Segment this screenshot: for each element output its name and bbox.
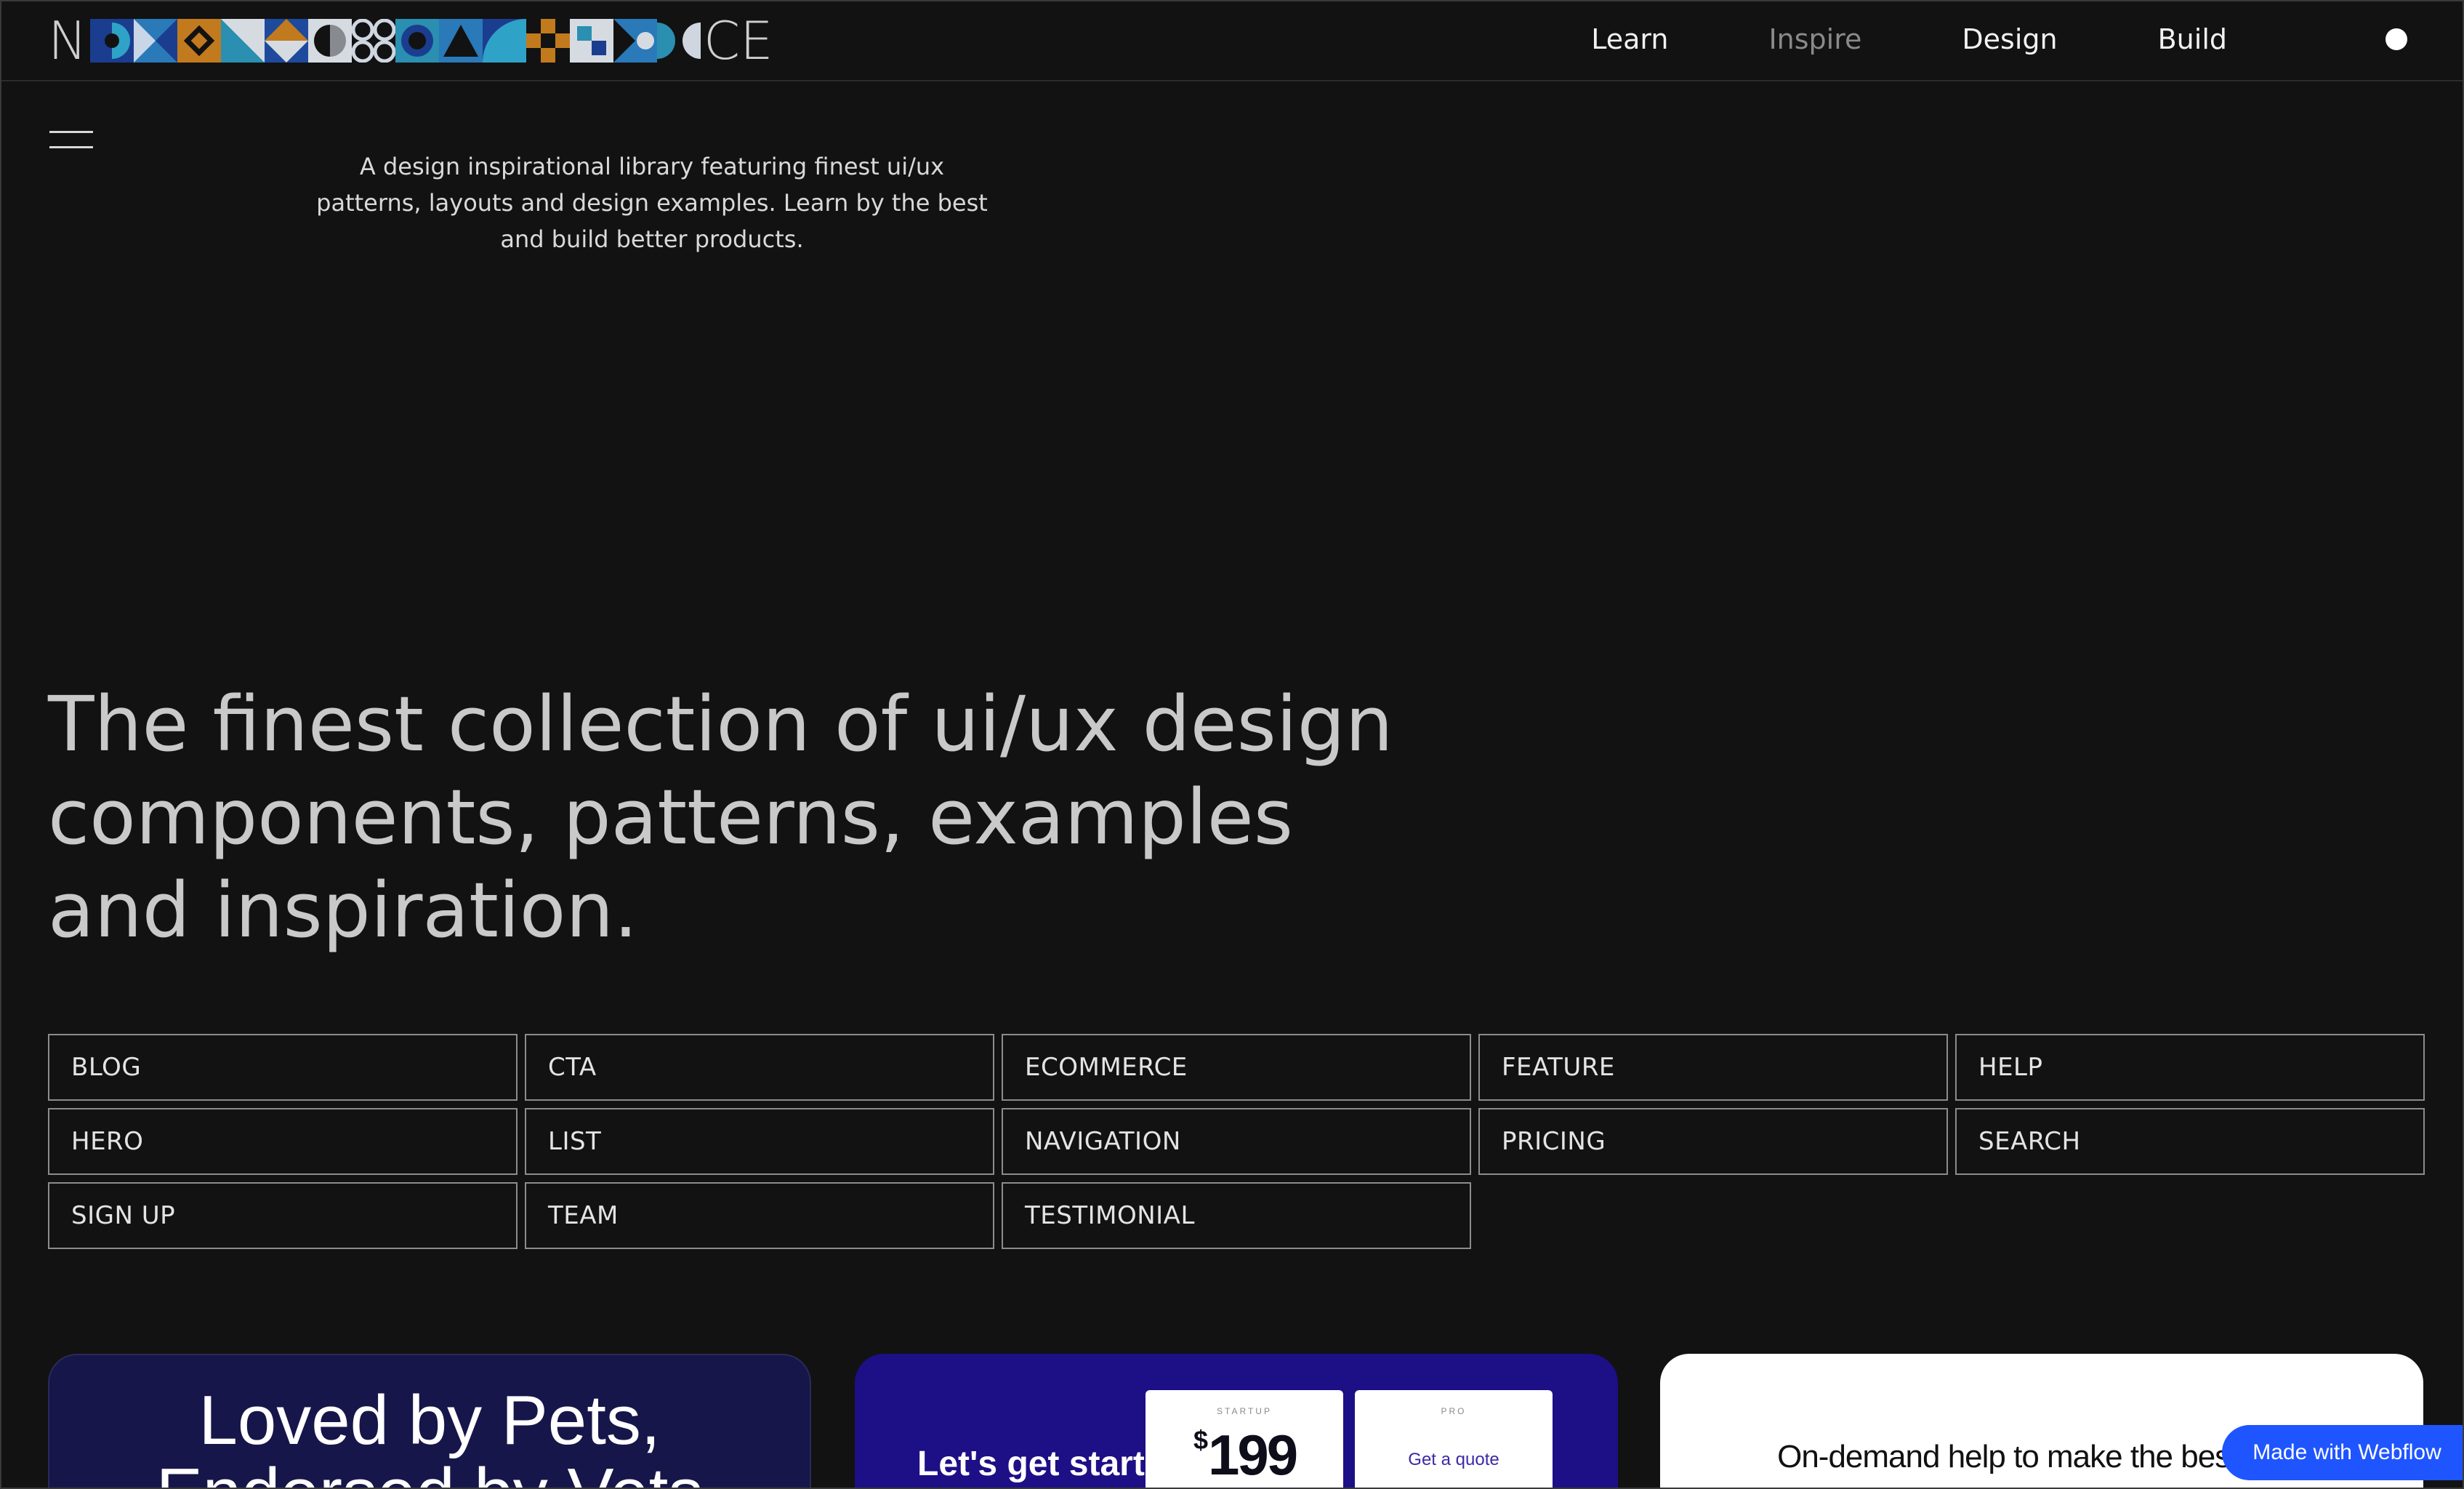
logo-tile [177,19,221,63]
card-title: Loved by Pets, Endorsed by Vets [156,1381,703,1488]
logo-tile [264,19,308,63]
nav-inspire[interactable]: Inspire [1768,23,1861,55]
site-header: N CE Learn Inspire Design Build [1,1,2463,81]
category-cta[interactable]: CTA [525,1034,994,1101]
hero-headline: The finest collection of ui/ux design co… [48,680,1393,955]
category-pricing[interactable]: PRICING [1478,1108,1948,1175]
example-card-pricing[interactable]: Let's get started STARTUP $199 PRO Get a… [855,1354,1618,1488]
category-ecommerce[interactable]: ECOMMERCE [1002,1034,1471,1101]
logo-tile [351,19,395,63]
logo-pattern-graphic [89,19,701,63]
theme-toggle-icon[interactable] [2386,28,2407,50]
plan-name: PRO [1441,1406,1467,1416]
logo-prefix: N [48,10,87,71]
plan-price: $199 [1193,1422,1298,1488]
logo-tile [613,19,657,63]
category-blog[interactable]: BLOG [48,1034,518,1101]
pricing-plan-startup: STARTUP $199 [1146,1390,1343,1488]
made-with-webflow-badge[interactable]: Made with Webflow [2222,1425,2463,1480]
category-navigation[interactable]: NAVIGATION [1002,1108,1471,1175]
category-help[interactable]: HELP [1955,1034,2425,1101]
logo-tile [569,19,613,63]
logo-tile [307,19,352,63]
get-quote-link: Get a quote [1408,1450,1499,1469]
logo-suffix: CE [703,10,773,71]
logo-tile [482,19,526,63]
plan-name: STARTUP [1217,1406,1272,1416]
logo-tile [438,19,483,63]
main-nav: Learn Inspire Design Build [1491,1,2463,77]
logo-tile [220,19,265,63]
category-search[interactable]: SEARCH [1955,1108,2425,1175]
logo-tile [395,19,439,63]
category-hero[interactable]: HERO [48,1108,518,1175]
page: N CE Learn Inspire Design Build A design… [0,0,2464,1489]
category-team[interactable]: TEAM [525,1182,994,1249]
currency-symbol: $ [1193,1425,1209,1455]
logo-tile [526,19,570,63]
category-list[interactable]: LIST [525,1108,994,1175]
logo-tile [89,19,134,63]
category-feature[interactable]: FEATURE [1478,1034,1948,1101]
hamburger-menu-icon[interactable] [49,131,93,153]
tagline: A design inspirational library featuring… [316,153,988,253]
category-sign-up[interactable]: SIGN UP [48,1182,518,1249]
logo[interactable]: N CE [48,12,773,70]
price-value: 199 [1208,1423,1298,1487]
category-testimonial[interactable]: TESTIMONIAL [1002,1182,1471,1249]
example-card-pets[interactable]: Loved by Pets, Endorsed by Vets [48,1354,811,1488]
logo-tile [133,19,177,63]
nav-learn[interactable]: Learn [1591,23,1668,55]
nav-build[interactable]: Build [2158,23,2227,55]
logo-tile [656,19,701,63]
pricing-plan-pro: PRO Get a quote [1355,1390,1553,1488]
category-grid: BLOG CTA ECOMMERCE FEATURE HELP HERO LIS… [48,1034,2425,1249]
nav-design[interactable]: Design [1962,23,2057,55]
